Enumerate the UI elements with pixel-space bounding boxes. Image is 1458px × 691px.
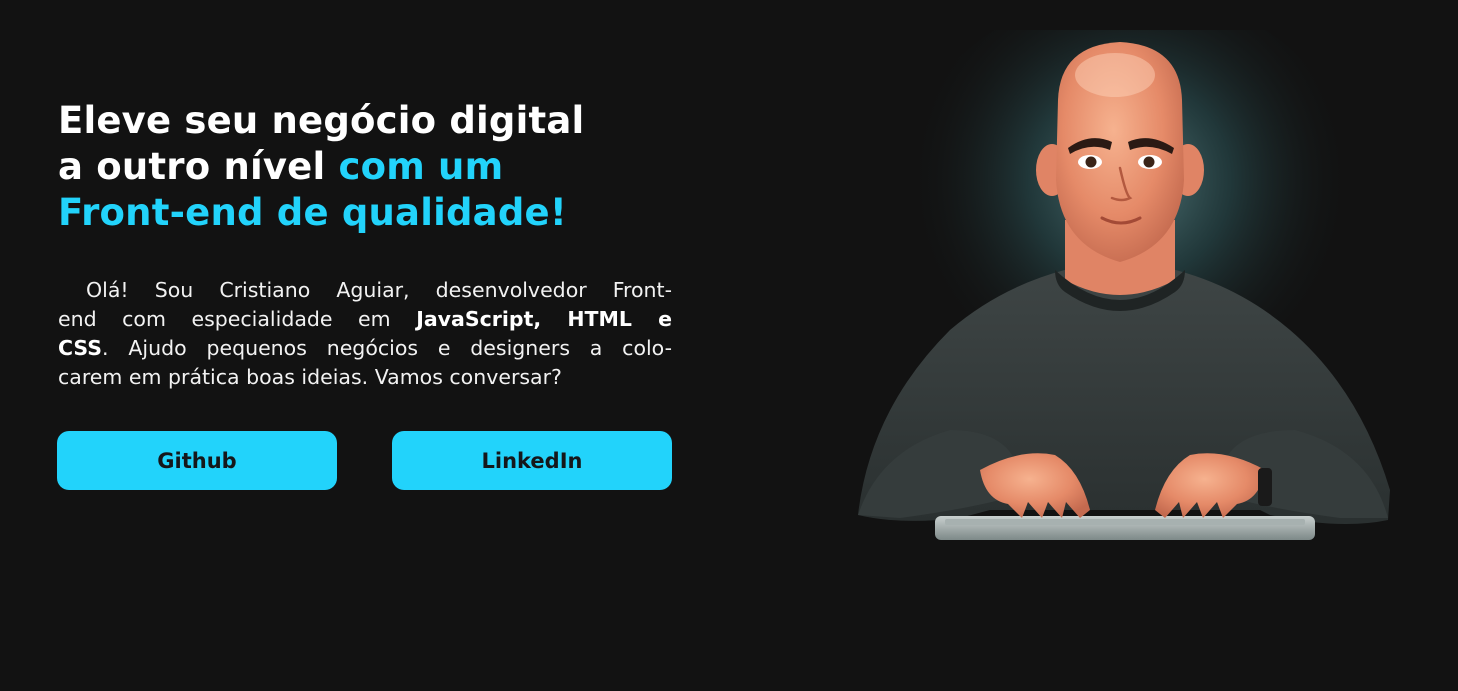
left-pupil bbox=[1085, 156, 1097, 168]
right-pupil bbox=[1143, 156, 1155, 168]
headline-line-2-plain: a outro nível bbox=[58, 145, 339, 188]
intro-line-3: CSS. Ajudo pequenos negócios e designers… bbox=[58, 334, 672, 363]
linkedin-button-label: LinkedIn bbox=[481, 448, 583, 473]
headline: Eleve seu negócio digital a outro nível … bbox=[58, 98, 678, 236]
keyboard-keys bbox=[945, 519, 1305, 525]
headline-line-1: Eleve seu negócio digital bbox=[58, 99, 585, 142]
intro-line-4: carem em prática boas ideias. Vamos conv… bbox=[58, 365, 562, 389]
intro-line-1-text: Olá! Sou Cristiano Aguiar, desenvolvedor… bbox=[86, 278, 672, 302]
intro-paragraph: Olá! Sou Cristiano Aguiar, desenvolvedor… bbox=[58, 276, 672, 392]
linkedin-button[interactable]: LinkedIn bbox=[392, 431, 672, 490]
github-button[interactable]: Github bbox=[57, 431, 337, 490]
intro-line-1: Olá! Sou Cristiano Aguiar, desenvolvedor… bbox=[58, 276, 672, 305]
developer-avatar-illustration bbox=[858, 30, 1390, 540]
github-button-label: Github bbox=[157, 448, 237, 473]
intro-line-2-plain: end com especialidade em bbox=[58, 307, 417, 331]
watch bbox=[1258, 468, 1272, 506]
intro-line-3-bold: CSS bbox=[58, 336, 103, 360]
head-shine bbox=[1075, 53, 1155, 97]
hero-text: Eleve seu negócio digital a outro nível … bbox=[58, 98, 678, 236]
headline-line-3: Front-end de qualidade! bbox=[58, 191, 567, 234]
headline-line-2-accent: com um bbox=[338, 145, 504, 188]
intro-line-2-bold: JavaScript, HTML e bbox=[416, 307, 672, 331]
headline-line-2: a outro nível com um bbox=[58, 144, 678, 190]
intro-line-3-plain: . Ajudo pequenos negócios e designers a … bbox=[102, 336, 672, 360]
intro-line-2: end com especialidade em JavaScript, HTM… bbox=[58, 305, 672, 334]
